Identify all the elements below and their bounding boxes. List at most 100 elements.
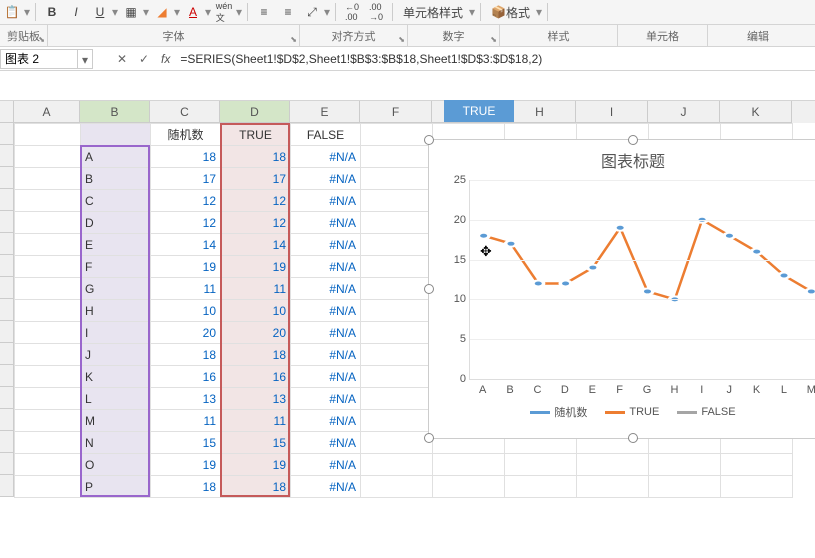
legend-item[interactable]: TRUE [605, 404, 659, 420]
column-header[interactable]: K [720, 101, 792, 123]
dropdown-icon[interactable]: ▾ [174, 5, 181, 19]
increase-decimal-button[interactable]: .00→0 [366, 2, 386, 22]
dropdown-icon[interactable]: ▾ [236, 5, 243, 19]
dropdown-icon[interactable]: ▾ [469, 5, 476, 19]
column-header[interactable]: B [80, 101, 150, 123]
fx-icon[interactable]: fx [161, 52, 170, 66]
row-header[interactable] [0, 145, 14, 167]
row-header[interactable] [0, 409, 14, 431]
row-header[interactable] [0, 211, 14, 233]
ribbon-groups: 剪贴板⬊ 字体⬊ 对齐方式⬊ 数字⬊ 样式 单元格 编辑 [0, 25, 815, 47]
x-axis: ABCDEFGHIJKLM [469, 380, 815, 396]
dropdown-icon[interactable]: ▾ [112, 5, 119, 19]
formula-input[interactable]: =SERIES(Sheet1!$D$2,Sheet1!$B$3:$B$18,Sh… [176, 52, 815, 66]
column-header[interactable]: F [360, 101, 432, 123]
chart-object[interactable]: 图表标题 0510152025 ABCDEFGHIJKLM 随机数 TRUE FAL… [428, 139, 815, 439]
group-number: 数字 [443, 28, 465, 44]
dropdown-icon[interactable]: ▾ [24, 5, 31, 19]
resize-handle[interactable] [628, 433, 638, 443]
plot-area[interactable]: 0510152025 [469, 180, 815, 380]
chart-marker[interactable] [779, 273, 790, 279]
row-header[interactable] [0, 453, 14, 475]
group-clipboard: 剪贴板 [7, 28, 40, 44]
align-top-button[interactable]: ≡ [254, 2, 274, 22]
column-header[interactable]: A [14, 101, 80, 123]
row-header[interactable] [0, 255, 14, 277]
underline-button[interactable]: U [90, 2, 110, 22]
dropdown-icon[interactable]: ▾ [205, 5, 212, 19]
row-header[interactable] [0, 431, 14, 453]
x-tick-label: B [496, 380, 523, 396]
align-middle-button[interactable]: ≡ [278, 2, 298, 22]
chart-marker[interactable] [751, 249, 762, 255]
group-styles: 样式 [548, 28, 570, 44]
x-tick-label: C [524, 380, 551, 396]
dropdown-icon[interactable]: ▾ [143, 5, 150, 19]
orientation-button[interactable]: ⤢ [302, 2, 322, 22]
row-header[interactable] [0, 365, 14, 387]
dialog-launcher-icon[interactable]: ⬊ [398, 35, 405, 44]
dialog-launcher-icon[interactable]: ⬊ [490, 35, 497, 44]
chart-marker[interactable] [478, 233, 489, 239]
table-row[interactable]: P1818#N/A [15, 476, 793, 498]
chart-marker[interactable] [642, 288, 653, 294]
ribbon-toolbar: 📋 ▾ B I U ▾ ▦ ▾ ◢ ▾ A ▾ wén文 ▾ ≡ ≡ ⤢ ▾ ←… [0, 0, 815, 25]
row-header[interactable] [0, 343, 14, 365]
row-header[interactable] [0, 321, 14, 343]
phonetic-button[interactable]: wén文 [214, 2, 234, 22]
column-header[interactable]: C [150, 101, 220, 123]
select-all-corner[interactable] [0, 101, 14, 123]
legend-item[interactable]: 随机数 [530, 404, 587, 420]
column-header[interactable]: H [504, 101, 576, 123]
name-box[interactable]: 图表 2 [0, 49, 78, 69]
chart-title[interactable]: 图表标题 [429, 140, 815, 176]
column-header[interactable]: J [648, 101, 720, 123]
fill-color-button[interactable]: ◢ [152, 2, 172, 22]
chart-marker[interactable] [506, 241, 517, 247]
true-badge-cell[interactable]: TRUE [444, 100, 514, 122]
font-color-button[interactable]: A [183, 2, 203, 22]
group-editing: 编辑 [747, 28, 769, 44]
dropdown-icon[interactable]: ▾ [324, 5, 331, 19]
column-header[interactable]: D [220, 101, 290, 123]
decrease-decimal-button[interactable]: ←0.00 [342, 2, 362, 22]
dialog-launcher-icon[interactable]: ⬊ [290, 35, 297, 44]
row-header[interactable] [0, 167, 14, 189]
border-button[interactable]: ▦ [121, 2, 141, 22]
chart-marker[interactable] [615, 225, 626, 231]
italic-button[interactable]: I [66, 2, 86, 22]
chart-marker[interactable] [588, 265, 599, 271]
cell-styles-button[interactable]: 单元格样式 [399, 2, 467, 22]
x-tick-label: J [716, 380, 743, 396]
legend-item[interactable]: FALSE [677, 404, 735, 420]
column-header[interactable]: E [290, 101, 360, 123]
resize-handle[interactable] [424, 135, 434, 145]
row-header[interactable] [0, 277, 14, 299]
row-header[interactable] [0, 123, 14, 145]
cancel-icon[interactable]: ✕ [111, 52, 133, 66]
chart-marker[interactable] [806, 288, 815, 294]
chart-marker[interactable] [724, 233, 735, 239]
x-tick-label: I [688, 380, 715, 396]
resize-handle[interactable] [628, 135, 638, 145]
dropdown-icon[interactable]: ▾ [536, 5, 543, 19]
dialog-launcher-icon[interactable]: ⬊ [38, 35, 45, 44]
chart-marker[interactable] [533, 280, 544, 286]
resize-handle[interactable] [424, 433, 434, 443]
chart-legend[interactable]: 随机数 TRUE FALSE [429, 396, 815, 420]
row-header[interactable] [0, 299, 14, 321]
column-header[interactable]: I [576, 101, 648, 123]
format-button[interactable]: 📦 格式 [487, 2, 534, 22]
name-box-dropdown[interactable]: ▾ [78, 49, 93, 69]
group-font: 字体 [163, 28, 185, 44]
clipboard-icon[interactable]: 📋 [2, 2, 22, 22]
row-header[interactable] [0, 233, 14, 255]
table-row[interactable]: O1919#N/A [15, 454, 793, 476]
bold-button[interactable]: B [42, 2, 62, 22]
chart-marker[interactable] [560, 280, 571, 286]
enter-icon[interactable]: ✓ [133, 52, 155, 66]
resize-handle[interactable] [424, 284, 434, 294]
row-header[interactable] [0, 475, 14, 497]
row-header[interactable] [0, 189, 14, 211]
row-header[interactable] [0, 387, 14, 409]
